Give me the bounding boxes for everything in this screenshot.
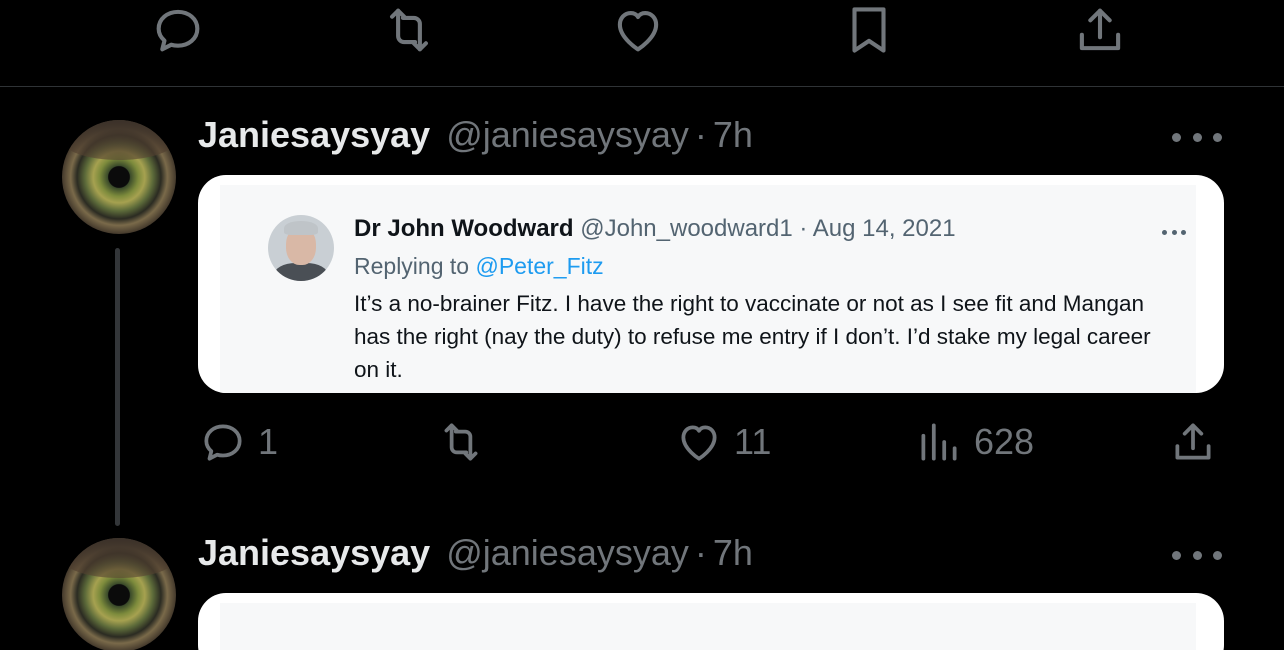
more-dot-icon — [1172, 550, 1181, 560]
avatar-image — [62, 538, 176, 578]
like-button[interactable]: 11 — [674, 412, 771, 472]
heart-icon — [681, 425, 717, 461]
more-dot-icon — [1192, 132, 1202, 142]
replying-prefix: Replying to — [354, 253, 470, 279]
quoted-body-text: It’s a no-brainer Fitz. I have the right… — [354, 291, 1151, 382]
retweet-button[interactable] — [377, 0, 441, 60]
timeline: Janiesaysyay @janiesaysyay · 7h Dr John … — [0, 0, 1284, 650]
retweet-button[interactable] — [436, 412, 496, 472]
view-count: 628 — [974, 421, 1035, 462]
more-dot-icon — [1213, 550, 1222, 560]
reply-button[interactable] — [146, 0, 210, 60]
timestamp[interactable]: 7h — [713, 114, 753, 156]
more-options-button[interactable] — [1172, 122, 1222, 152]
attached-image[interactable]: Dr John Woodward @John_woodward1 · Aug 1… — [198, 175, 1224, 393]
attached-image[interactable] — [198, 593, 1224, 650]
engagement-bar: 1 11 628 — [0, 412, 1284, 472]
more-dot-icon — [1213, 132, 1222, 142]
quoted-more-icon — [1162, 228, 1186, 236]
quoted-avatar — [268, 215, 334, 281]
more-options-button[interactable] — [1172, 540, 1222, 570]
analytics-bars-icon — [921, 423, 957, 461]
bookmark-button[interactable] — [837, 0, 901, 60]
separator-dot: · — [694, 114, 707, 155]
dot — [1171, 229, 1177, 235]
display-name[interactable]: Janiesaysyay — [198, 532, 430, 574]
quoted-handle: @John_woodward1 — [580, 215, 793, 242]
replying-mention: @Peter_Fitz — [475, 253, 604, 279]
retweet-icon — [444, 423, 478, 461]
dot — [1181, 229, 1186, 235]
reply-count: 1 — [258, 421, 279, 462]
handle[interactable]: @janiesaysyay — [446, 114, 689, 156]
bookmark-icon — [852, 7, 886, 53]
more-dot-icon — [1172, 132, 1181, 142]
quoted-tweet-screenshot: Dr John Woodward @John_woodward1 · Aug 1… — [220, 185, 1196, 393]
share-icon — [1079, 8, 1121, 51]
more-dot-icon — [1192, 550, 1202, 560]
share-button[interactable] — [1068, 0, 1132, 60]
reply-bubble-icon — [204, 424, 242, 461]
quoted-tweet-screenshot — [220, 603, 1196, 650]
share-icon — [1175, 423, 1211, 460]
quoted-date: Aug 14, 2021 — [812, 215, 956, 242]
dot — [1162, 229, 1167, 235]
tweet-header: Janiesaysyay @janiesaysyay · 7h — [198, 532, 753, 578]
handle[interactable]: @janiesaysyay — [446, 532, 689, 574]
retweet-icon — [390, 8, 428, 52]
quoted-separator: · — [799, 215, 808, 242]
avatar[interactable] — [62, 120, 176, 234]
quoted-replying-to: Replying to @Peter_Fitz — [354, 253, 604, 280]
avatar-hair — [284, 221, 318, 235]
previous-tweet-action-bar — [0, 0, 1284, 87]
avatar-image — [62, 120, 176, 160]
views-button[interactable]: 628 — [914, 412, 1034, 472]
tweet-header: Janiesaysyay @janiesaysyay · 7h — [198, 114, 753, 160]
thread-connector-line — [115, 248, 120, 526]
heart-icon — [617, 11, 659, 52]
quoted-display-name: Dr John Woodward — [354, 215, 574, 242]
quoted-header: Dr John Woodward @John_woodward1 · Aug 1… — [354, 215, 956, 243]
timestamp[interactable]: 7h — [713, 532, 753, 574]
separator-dot: · — [694, 532, 707, 573]
avatar-shirt — [274, 263, 328, 281]
avatar[interactable] — [62, 538, 176, 650]
display-name[interactable]: Janiesaysyay — [198, 114, 430, 156]
share-button[interactable] — [1168, 412, 1218, 472]
like-count: 11 — [734, 421, 772, 462]
reply-button[interactable]: 1 — [198, 412, 278, 472]
like-button[interactable] — [606, 0, 670, 60]
reply-bubble-icon — [156, 9, 200, 52]
